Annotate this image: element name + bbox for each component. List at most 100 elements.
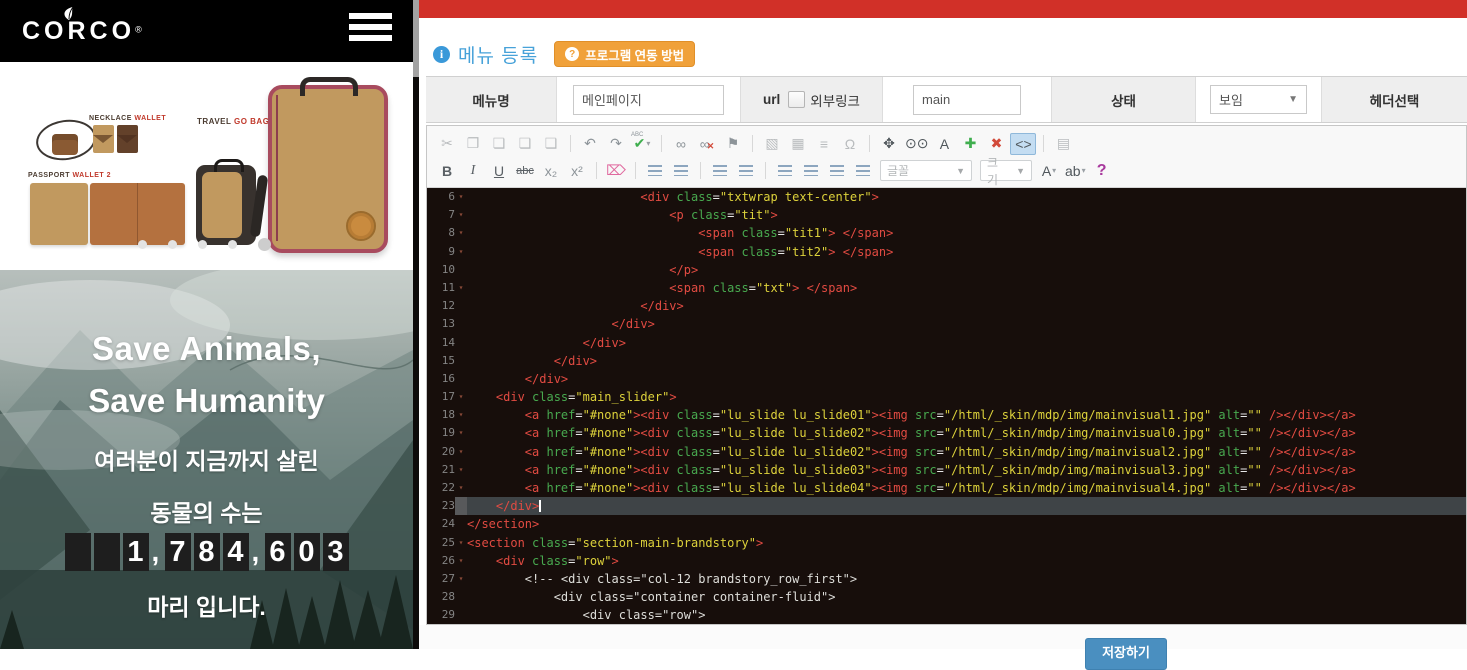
url-input[interactable] <box>913 85 1021 115</box>
about-icon[interactable]: ? <box>1090 161 1114 181</box>
indent-icon[interactable] <box>734 161 758 181</box>
align-center-icon[interactable] <box>799 161 823 181</box>
program-link-help-button[interactable]: ? 프로그램 연동 방법 <box>554 41 695 67</box>
info-icon: i <box>433 46 450 63</box>
counter-comma: , <box>252 533 262 571</box>
copy-icon[interactable]: ❐ <box>461 134 485 154</box>
page-title: 메뉴 등록 <box>458 41 538 68</box>
hamburger-menu-icon[interactable] <box>349 13 392 47</box>
bullet-list-icon[interactable] <box>669 161 693 181</box>
hero-title-line2: Save Humanity <box>0 382 413 420</box>
line-number: 12 <box>427 297 455 315</box>
toolbar-separator <box>1043 135 1044 152</box>
fold-arrow-icon[interactable]: ▾ <box>455 424 467 442</box>
redo-icon[interactable]: ↷ <box>604 134 628 154</box>
align-justify-icon[interactable] <box>851 161 875 181</box>
bold-icon[interactable]: B <box>435 161 459 181</box>
underline-icon[interactable]: U <box>487 161 511 181</box>
unlink-icon[interactable]: ∞✕ <box>695 134 719 154</box>
align-left-icon[interactable] <box>773 161 797 181</box>
bg-color-icon[interactable]: ab▾ <box>1063 161 1088 181</box>
paste-text-icon[interactable]: ❏ <box>513 134 537 154</box>
slider-dot[interactable] <box>168 240 177 249</box>
maximize-icon[interactable]: ✥ <box>877 134 901 154</box>
comment-add-icon[interactable]: ✚ <box>958 134 982 154</box>
remove-format-icon[interactable]: ⌦ <box>604 161 628 181</box>
fold-arrow-icon[interactable]: ▾ <box>455 243 467 261</box>
code-text: </section> <box>467 515 1466 533</box>
menu-form: 메뉴명 url 외부링크 상태 보임 ▼ 헤더선택 <box>426 76 1467 123</box>
fold-arrow-icon[interactable]: ▾ <box>455 188 467 206</box>
fold-arrow-icon[interactable]: ▾ <box>455 479 467 497</box>
font-select[interactable]: 글꼴▼ <box>880 160 972 181</box>
spellcheck-icon[interactable]: ABC✔▾ <box>630 134 654 154</box>
cut-icon[interactable]: ✂ <box>435 134 459 154</box>
fold-arrow-icon[interactable]: ▾ <box>455 570 467 588</box>
counter-empty-box <box>65 533 91 571</box>
code-text: <a href="#none"><div class="lu_slide lu_… <box>467 461 1466 479</box>
subscript-icon[interactable]: x₂ <box>539 161 563 181</box>
save-button[interactable]: 저장하기 <box>1085 638 1167 670</box>
slider-dot[interactable] <box>228 240 237 249</box>
line-number: 22 <box>427 479 455 497</box>
find-icon[interactable]: ⊙⊙ <box>903 134 930 154</box>
code-line-27: 27▾<!-- <div class="col-12 brandstory_ro… <box>427 570 1466 588</box>
line-number: 7 <box>427 206 455 224</box>
travel-go-bag-label: TRAVEL GO BAG <box>197 117 269 126</box>
slider-dots <box>138 238 271 251</box>
fold-arrow-icon[interactable]: ▾ <box>455 534 467 552</box>
image-icon[interactable]: ▧ <box>760 134 784 154</box>
toolbar-separator <box>869 135 870 152</box>
menu-name-input[interactable] <box>573 85 724 115</box>
code-text: <span class="tit1"> </span> <box>467 224 1466 242</box>
code-text: <a href="#none"><div class="lu_slide lu_… <box>467 406 1466 424</box>
select-all-icon[interactable]: A <box>932 134 956 154</box>
anchor-icon[interactable]: ⚑ <box>721 134 745 154</box>
fold-arrow-icon[interactable]: ▾ <box>455 552 467 570</box>
table-icon[interactable]: ▦ <box>786 134 810 154</box>
special-char-icon[interactable]: Ω <box>838 134 862 154</box>
superscript-icon[interactable]: x² <box>565 161 589 181</box>
line-number: 10 <box>427 261 455 279</box>
fold-gutter <box>455 497 467 515</box>
horizontal-rule-icon[interactable]: ≡ <box>812 134 836 154</box>
align-right-icon[interactable] <box>825 161 849 181</box>
code-text: <div class="txtwrap text-center"> <box>467 188 1466 206</box>
fold-arrow-icon[interactable]: ▾ <box>455 388 467 406</box>
code-text: <div class="container container-fluid"> <box>467 588 1466 606</box>
fold-arrow-icon[interactable]: ▾ <box>455 224 467 242</box>
strikethrough-icon[interactable]: abc <box>513 161 537 181</box>
site-logo[interactable]: CORCO® <box>22 6 142 44</box>
fold-arrow-icon[interactable]: ▾ <box>455 461 467 479</box>
hero-title-line1: Save Animals, <box>0 330 413 368</box>
slider-dot[interactable] <box>258 238 271 251</box>
print-icon[interactable]: ▤ <box>1051 134 1075 154</box>
external-link-checkbox[interactable] <box>788 91 805 108</box>
source-icon[interactable]: <> <box>1010 133 1036 155</box>
fold-arrow-icon[interactable]: ▾ <box>455 406 467 424</box>
link-icon[interactable]: ∞ <box>669 134 693 154</box>
code-line-15: 15</div> <box>427 352 1466 370</box>
comment-remove-icon[interactable]: ✖ <box>984 134 1008 154</box>
italic-icon[interactable]: I <box>461 161 485 181</box>
fold-arrow-icon[interactable]: ▾ <box>455 279 467 297</box>
necklace-wallet-label: NECKLACE WALLET <box>89 115 166 122</box>
outdent-icon[interactable] <box>708 161 732 181</box>
counter-digit: 4 <box>223 533 249 571</box>
code-text: </div> <box>467 297 1466 315</box>
status-select[interactable]: 보임 ▼ <box>1210 85 1307 114</box>
slider-dot[interactable] <box>198 240 207 249</box>
source-code-area[interactable]: 6▾<div class="txtwrap text-center">7▾<p … <box>427 188 1466 624</box>
url-cell: url 외부링크 <box>741 77 883 122</box>
slider-dot[interactable] <box>138 240 147 249</box>
fold-gutter <box>455 606 467 624</box>
fold-arrow-icon[interactable]: ▾ <box>455 443 467 461</box>
fold-arrow-icon[interactable]: ▾ <box>455 206 467 224</box>
paste-word-icon[interactable]: ❏ <box>539 134 563 154</box>
paste-icon[interactable]: ❏ <box>487 134 511 154</box>
numbered-list-icon[interactable] <box>643 161 667 181</box>
code-text: <div class="main_slider"> <box>467 388 1466 406</box>
text-color-icon[interactable]: A▾ <box>1037 161 1061 181</box>
size-select[interactable]: 크기▼ <box>980 160 1032 181</box>
undo-icon[interactable]: ↶ <box>578 134 602 154</box>
